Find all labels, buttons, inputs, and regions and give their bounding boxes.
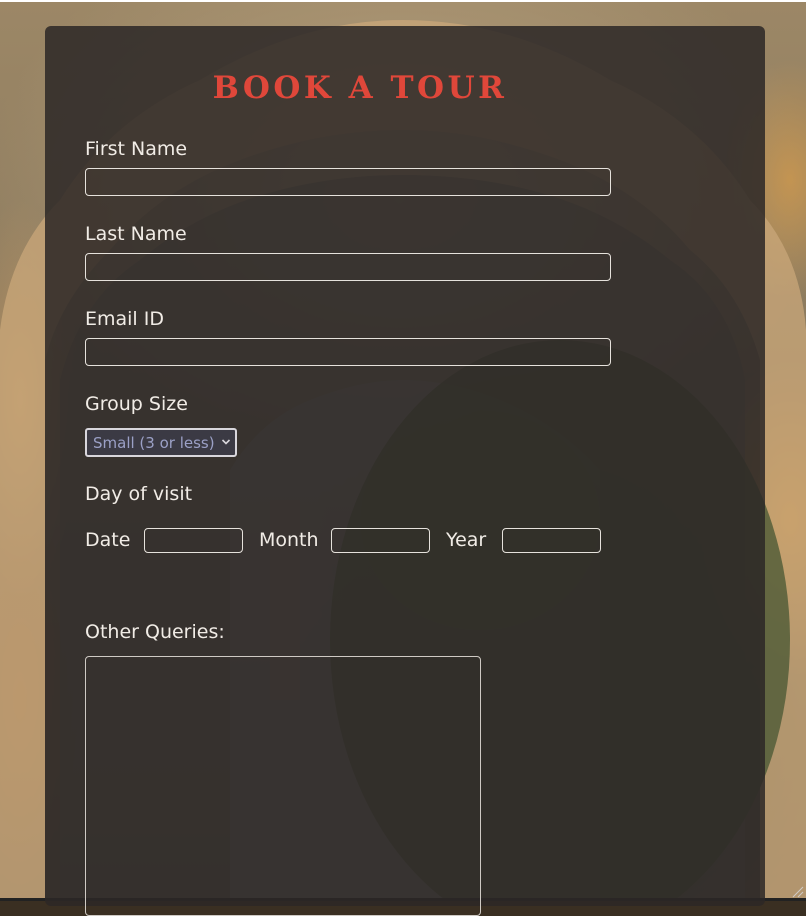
first-name-label: First Name	[85, 138, 188, 160]
date-label: Date	[85, 529, 131, 551]
month-input[interactable]	[331, 528, 430, 553]
year-label: Year	[446, 529, 487, 551]
group-size-selected-value: Small (3 or less)	[93, 434, 215, 452]
email-input[interactable]	[85, 338, 611, 366]
date-input[interactable]	[144, 528, 243, 553]
year-input[interactable]	[502, 528, 601, 553]
group-size-label: Group Size	[85, 393, 188, 415]
window-top-edge	[0, 0, 806, 2]
group-size-select[interactable]: Small (3 or less)	[85, 428, 237, 457]
first-name-input[interactable]	[85, 168, 611, 196]
other-queries-textarea[interactable]	[85, 656, 481, 916]
last-name-input[interactable]	[85, 253, 611, 281]
last-name-label: Last Name	[85, 223, 187, 245]
form-title: BOOK A TOUR	[212, 70, 508, 106]
day-of-visit-label: Day of visit	[85, 483, 193, 505]
email-label: Email ID	[85, 308, 164, 330]
resize-grip-icon[interactable]	[790, 884, 804, 898]
month-label: Month	[259, 529, 319, 551]
other-queries-label: Other Queries:	[85, 621, 225, 643]
chevron-down-icon	[221, 439, 231, 445]
